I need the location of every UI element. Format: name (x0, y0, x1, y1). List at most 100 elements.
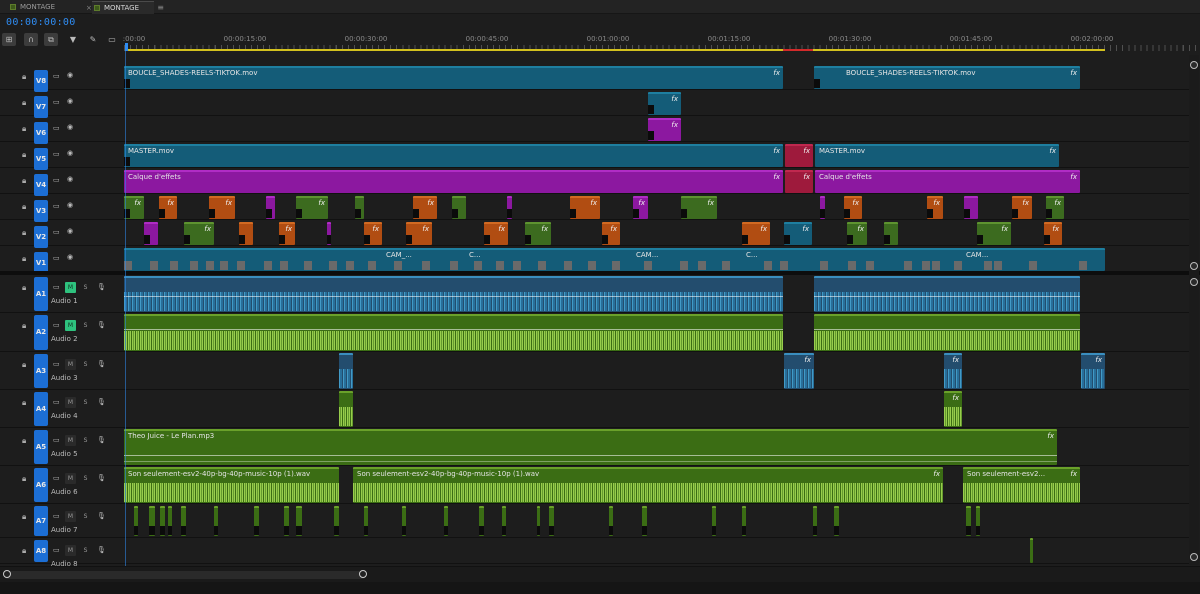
clip-audio-7[interactable] (609, 506, 613, 536)
clip-v3[interactable]: fx (844, 196, 862, 219)
clip-v2[interactable]: fx (364, 222, 382, 245)
clip-v7[interactable]: fx (648, 92, 681, 115)
clip-son-seulement[interactable]: Son seulement-esv2-40p-bg-40p-music-10p … (124, 467, 339, 503)
sync-lock-icon[interactable]: ▭ (53, 254, 60, 262)
microphone-icon[interactable]: 🎙︎ (97, 360, 106, 368)
track-target-a7[interactable]: A7 (34, 506, 48, 536)
clip-audio-7[interactable] (834, 506, 839, 536)
clip-v2[interactable]: fx (602, 222, 620, 245)
clip-v2[interactable]: fx (847, 222, 867, 245)
sync-lock-icon[interactable]: ▭ (53, 202, 60, 210)
eye-icon[interactable]: ◉ (67, 97, 73, 105)
clip-v3[interactable]: fx (681, 196, 717, 219)
track-target-a4[interactable]: A4 (34, 392, 48, 426)
clip-audio-7[interactable] (537, 506, 540, 536)
mute-button[interactable]: M (65, 511, 76, 522)
clip-audio-7[interactable] (334, 506, 339, 536)
clip-v2[interactable]: fx (1044, 222, 1062, 245)
clip-red[interactable]: fx (785, 170, 813, 193)
mute-button[interactable]: M (65, 320, 76, 331)
captions-icon[interactable]: ▭ (105, 33, 119, 46)
clip-audio-3[interactable]: fx (944, 353, 962, 389)
clip-calque-effets[interactable]: Calque d'effets fx (124, 170, 783, 193)
clip-audio-7[interactable] (364, 506, 368, 536)
scroll-knob[interactable] (1190, 553, 1198, 561)
zoom-scrollbar[interactable] (4, 571, 366, 579)
clip-v3[interactable] (964, 196, 978, 219)
clip-son-seulement[interactable]: Son seulement-esv2... fx (963, 467, 1080, 503)
sync-lock-icon[interactable]: ▭ (53, 283, 60, 291)
lock-icon[interactable]: 🔒︎ (22, 436, 26, 446)
lock-icon[interactable]: 🔒︎ (22, 98, 26, 108)
clip-theo-juice[interactable]: Theo Juice - Le Plan.mp3 fx (124, 429, 1057, 465)
mute-button[interactable]: M (65, 359, 76, 370)
track-target-a5[interactable]: A5 (34, 430, 48, 464)
lock-icon[interactable]: 🔒︎ (22, 228, 26, 238)
clip-v2[interactable]: fx (977, 222, 1011, 245)
linked-selection-icon[interactable]: ⧉ (44, 33, 58, 46)
clip-v3[interactable] (355, 196, 364, 219)
track-target-v5[interactable]: V5 (34, 148, 48, 170)
close-icon[interactable]: × (86, 2, 92, 14)
vertical-scroll[interactable] (1189, 55, 1199, 565)
microphone-icon[interactable]: 🎙︎ (97, 321, 106, 329)
clip-v6[interactable]: fx (648, 118, 681, 141)
playhead-handle[interactable] (125, 43, 128, 51)
track-target-v3[interactable]: V3 (34, 200, 48, 222)
solo-button[interactable]: S (80, 511, 91, 522)
lock-icon[interactable]: 🔒︎ (22, 360, 26, 370)
lock-icon[interactable]: 🔒︎ (22, 150, 26, 160)
clip-audio-4[interactable] (339, 391, 353, 427)
playhead-timecode[interactable]: 00:00:00:00 (6, 17, 76, 28)
sync-lock-icon[interactable]: ▭ (53, 150, 60, 158)
track-target-a1[interactable]: A1 (34, 277, 48, 311)
sync-lock-icon[interactable]: ▭ (53, 398, 60, 406)
clip-master[interactable]: MASTER.mov fx (815, 144, 1059, 167)
clip-audio-1[interactable] (814, 276, 1080, 312)
solo-button[interactable]: S (80, 545, 91, 556)
clip-red[interactable]: fx (785, 144, 813, 167)
microphone-icon[interactable]: 🎙︎ (97, 283, 106, 291)
eye-icon[interactable]: ◉ (67, 201, 73, 209)
clip-audio-7[interactable] (254, 506, 259, 536)
clip-boucle-shades[interactable]: BOUCLE_SHADES-REELS-TIKTOK.mov fx (124, 66, 783, 89)
clip-audio-7[interactable] (214, 506, 218, 536)
scroll-knob[interactable] (1190, 278, 1198, 286)
clip-audio-7[interactable] (966, 506, 971, 536)
clip-audio-7[interactable] (549, 506, 554, 536)
clip-v3[interactable]: fx (927, 196, 943, 219)
sync-lock-icon[interactable]: ▭ (53, 360, 60, 368)
horizontal-scroll[interactable] (0, 566, 1200, 582)
clip-audio-3[interactable]: fx (1081, 353, 1105, 389)
clip-v2[interactable] (884, 222, 898, 245)
sync-lock-icon[interactable]: ▭ (53, 72, 60, 80)
microphone-icon[interactable]: 🎙︎ (97, 512, 106, 520)
eye-icon[interactable]: ◉ (67, 149, 73, 157)
lock-icon[interactable]: 🔒︎ (22, 283, 26, 293)
solo-button[interactable]: S (80, 359, 91, 370)
clip-audio-4[interactable]: fx (944, 391, 962, 427)
clip-v3[interactable]: fx (296, 196, 328, 219)
lock-icon[interactable]: 🔒︎ (22, 512, 26, 522)
zoom-handle-right[interactable] (359, 570, 367, 578)
mute-button[interactable]: M (65, 397, 76, 408)
clip-v2[interactable]: fx (484, 222, 508, 245)
eye-icon[interactable]: ◉ (67, 227, 73, 235)
eye-icon[interactable]: ◉ (67, 253, 73, 261)
lock-icon[interactable]: 🔒︎ (22, 321, 26, 331)
clip-audio-1[interactable] (124, 276, 783, 312)
sync-lock-icon[interactable]: ▭ (53, 176, 60, 184)
clip-audio-7[interactable] (181, 506, 186, 536)
tab-montage-1[interactable]: MONTAGE (8, 1, 78, 14)
track-target-v6[interactable]: V6 (34, 122, 48, 144)
clip-v3[interactable]: fx (633, 196, 648, 219)
mute-button[interactable]: M (65, 545, 76, 556)
lock-icon[interactable]: 🔒︎ (22, 398, 26, 408)
clip-v1-cams[interactable]: CAM_... C... CAM... C... CAM... (124, 248, 1105, 271)
clip-audio-7[interactable] (149, 506, 155, 536)
track-target-v2[interactable]: V2 (34, 226, 48, 248)
clip-audio-2[interactable] (124, 314, 783, 351)
mute-button[interactable]: M (65, 282, 76, 293)
clip-audio-7[interactable] (479, 506, 484, 536)
snap-magnet-icon[interactable]: ∩ (24, 33, 38, 46)
